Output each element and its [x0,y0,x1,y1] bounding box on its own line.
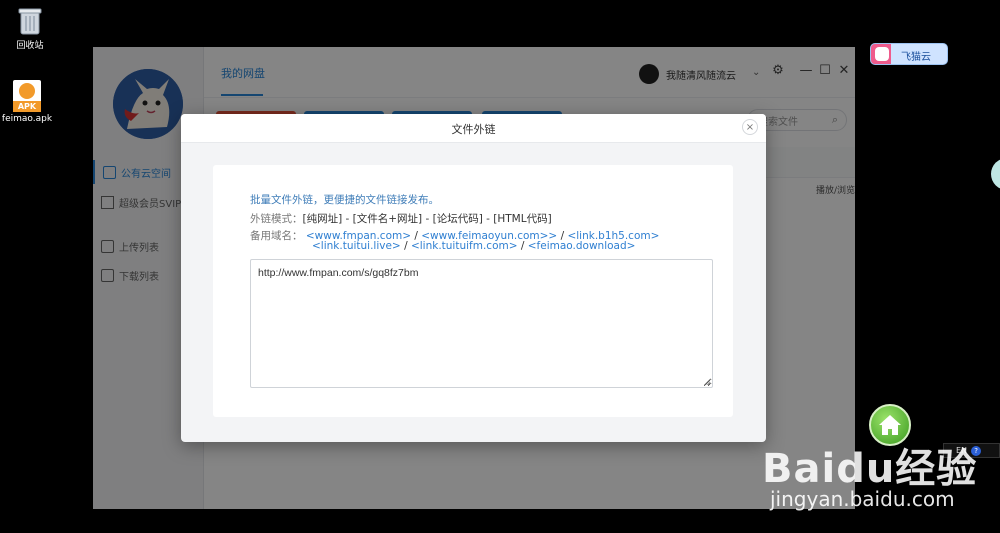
recycle-bin-desktop-icon[interactable]: 回收站 [0,6,60,51]
feimao-cloud-label: 飞猫云 [901,52,931,63]
domain-link-tuitui[interactable]: <link.tuitui.live> [312,240,401,252]
domain-link-tuituifm[interactable]: <link.tuituifm.com> [411,240,518,252]
apk-file-label: feimao.apk [1,114,53,124]
dialog-panel: 批量文件外链，更便捷的文件链接发布。 外链模式：[纯网址] - [文件名+网址]… [213,165,733,417]
close-icon: × [745,122,755,133]
cat-logo-icon [875,47,889,61]
apk-logo-icon [19,83,35,99]
resize-grip-icon[interactable]: ◢ [704,377,710,386]
link-mode-options[interactable]: [纯网址] - [文件名+网址] - [论坛代码] - [HTML代码] [303,213,552,225]
floating-side-widget[interactable] [991,158,1000,190]
share-link-dialog: 文件外链 × 批量文件外链，更便捷的文件链接发布。 外链模式：[纯网址] - [… [181,114,766,442]
apk-file-icon: APK [13,80,41,112]
link-mode-label: 外链模式： [250,213,303,225]
share-link-textarea[interactable]: http://www.fmpan.com/s/gq8fz7bm ◢ [250,259,713,388]
recycle-bin-label: 回收站 [16,41,44,51]
dialog-title: 文件外链 [451,123,496,136]
watermark-logo: Baidu经验 [762,446,978,492]
domain-separator: / [517,240,528,252]
link-mode-row: 外链模式：[纯网址] - [文件名+网址] - [论坛代码] - [HTML代码… [250,211,552,226]
recycle-bin-icon [18,8,42,35]
share-link-value: http://www.fmpan.com/s/gq8fz7bm [258,267,419,279]
domain-link-feimao-download[interactable]: <feimao.download> [528,240,636,252]
backup-domain-label: 备用域名： [250,230,303,242]
close-button[interactable]: × [742,119,758,135]
dialog-header: 文件外链 × [181,114,766,143]
domain-separator: / [400,240,411,252]
feimao-cloud-badge[interactable]: 飞猫云 [870,43,948,65]
backup-domain-row-2: <link.tuitui.live> / <link.tuituifm.com>… [312,240,635,252]
apk-badge: APK [13,101,41,112]
watermark-url: jingyan.baidu.com [770,487,955,511]
dialog-tip: 批量文件外链，更便捷的文件链接发布。 [250,194,439,206]
baidu-watermark: Baidu经验 jingyan.baidu.com [762,436,998,511]
apk-desktop-icon[interactable]: APK feimao.apk [0,80,54,124]
